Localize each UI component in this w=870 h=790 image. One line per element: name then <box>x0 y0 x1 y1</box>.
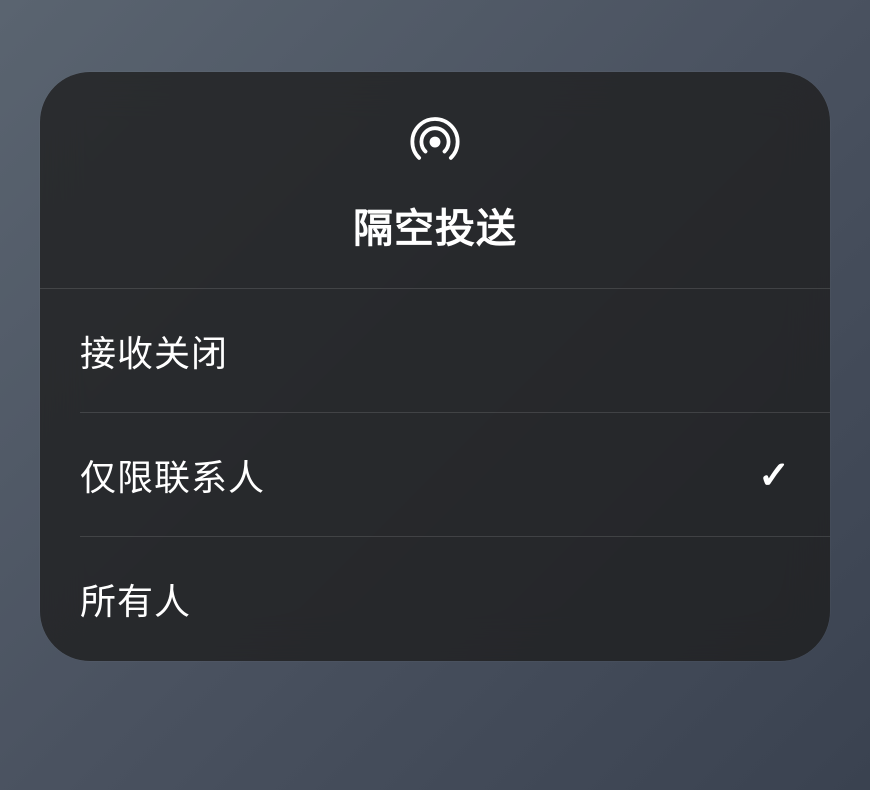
option-contacts-only[interactable]: 仅限联系人 ✓ <box>40 413 830 537</box>
option-everyone[interactable]: 所有人 ✓ <box>40 537 830 661</box>
option-receiving-off[interactable]: 接收关闭 ✓ <box>40 289 830 413</box>
option-label: 所有人 <box>80 573 191 625</box>
option-label: 仅限联系人 <box>80 449 265 501</box>
airdrop-icon <box>405 112 465 172</box>
panel-header: 隔空投送 <box>40 72 830 289</box>
option-list: 接收关闭 ✓ 仅限联系人 ✓ 所有人 ✓ <box>40 289 830 661</box>
checkmark-icon: ✓ <box>758 453 790 498</box>
option-label: 接收关闭 <box>80 325 228 377</box>
panel-title: 隔空投送 <box>353 196 517 254</box>
airdrop-panel: 隔空投送 接收关闭 ✓ 仅限联系人 ✓ 所有人 ✓ <box>40 72 830 661</box>
